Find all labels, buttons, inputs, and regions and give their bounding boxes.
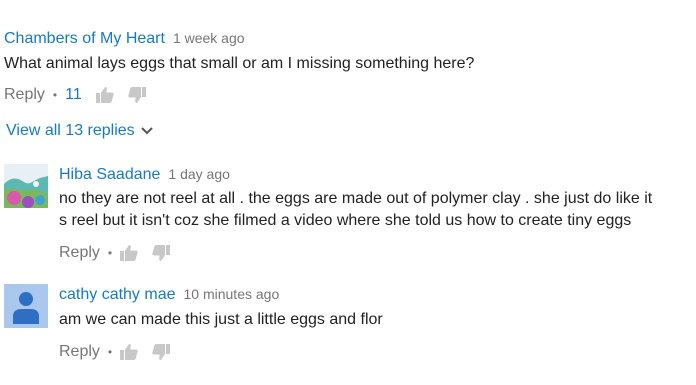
comment-chambers: Chambers of My Heart 1 week ago What ani… bbox=[4, 30, 696, 104]
avatar-hiba[interactable] bbox=[4, 164, 48, 208]
thumbs-up-icon[interactable] bbox=[120, 245, 138, 261]
thumbs-down-icon[interactable] bbox=[152, 245, 171, 261]
thumbs-up-icon[interactable] bbox=[120, 344, 138, 360]
default-avatar-icon[interactable] bbox=[4, 284, 48, 328]
separator-dot: • bbox=[107, 246, 113, 260]
chevron-down-icon bbox=[140, 122, 153, 140]
reply-button[interactable]: Reply bbox=[59, 343, 100, 361]
view-replies-label: View all 13 replies bbox=[6, 122, 135, 139]
reply-header: Hiba Saadane 1 day ago bbox=[59, 166, 696, 184]
reply-timestamp[interactable]: 10 minutes ago bbox=[184, 286, 280, 302]
separator-dot: • bbox=[107, 345, 113, 359]
reply-button[interactable]: Reply bbox=[59, 244, 100, 262]
reply-cathy: cathy cathy mae 10 minutes ago am we can… bbox=[59, 286, 696, 361]
thumbs-down-icon[interactable] bbox=[152, 344, 171, 360]
like-count: 11 bbox=[65, 86, 82, 103]
reply-hiba: Hiba Saadane 1 day ago no they are not r… bbox=[59, 166, 696, 262]
reply-text: am we can made this just a little eggs a… bbox=[59, 311, 383, 328]
reply-header: cathy cathy mae 10 minutes ago bbox=[59, 286, 696, 304]
reply-author-link[interactable]: Hiba Saadane bbox=[59, 166, 160, 184]
comment-actions: Reply • 11 bbox=[4, 86, 696, 104]
reply-button[interactable]: Reply bbox=[4, 86, 45, 104]
reply-text-line: no they are not reel at all . the eggs a… bbox=[59, 190, 653, 207]
view-replies-toggle[interactable]: View all 13 replies bbox=[6, 122, 153, 140]
reply-author-link[interactable]: cathy cathy mae bbox=[59, 286, 176, 304]
comment-author-link[interactable]: Chambers of My Heart bbox=[4, 30, 165, 48]
comment-header: Chambers of My Heart 1 week ago bbox=[4, 30, 696, 48]
reply-timestamp[interactable]: 1 day ago bbox=[168, 166, 230, 182]
separator-dot: • bbox=[52, 88, 58, 102]
reply-actions: Reply • bbox=[59, 343, 696, 361]
comment-timestamp[interactable]: 1 week ago bbox=[173, 30, 245, 46]
reply-actions: Reply • bbox=[59, 244, 696, 262]
reply-text: no they are not reel at all . the eggs a… bbox=[59, 188, 696, 232]
thumbs-up-icon[interactable] bbox=[95, 87, 114, 103]
comment-text: What animal lays eggs that small or am I… bbox=[4, 55, 475, 72]
reply-text-line: s reel but it isn't coz she filmed a vid… bbox=[59, 212, 632, 229]
thumbs-down-icon[interactable] bbox=[128, 87, 146, 103]
